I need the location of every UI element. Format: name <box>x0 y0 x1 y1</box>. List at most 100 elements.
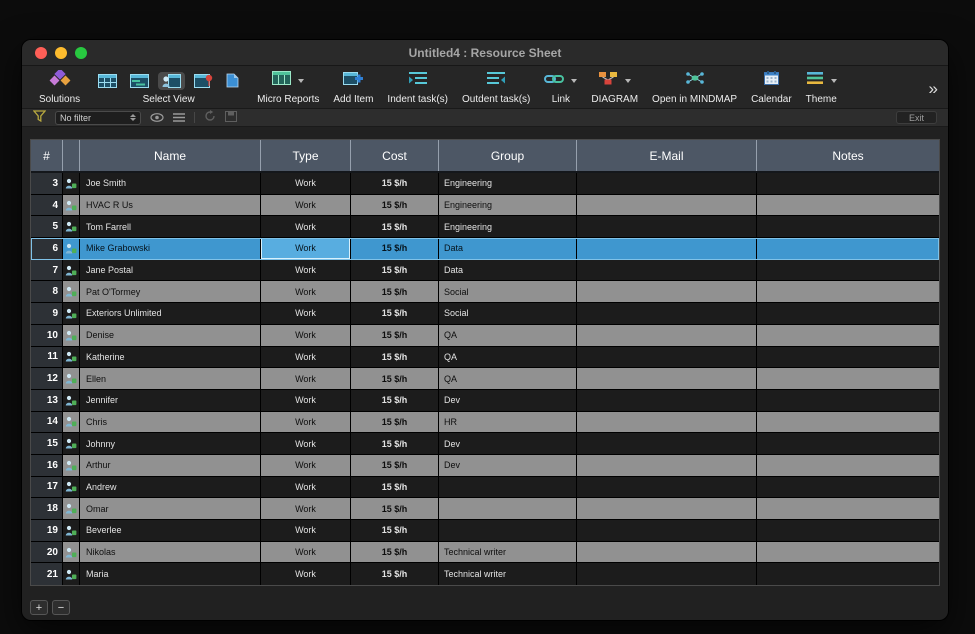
type-cell[interactable]: Work <box>261 195 351 216</box>
email-cell[interactable] <box>577 216 757 237</box>
eye-icon[interactable] <box>150 109 164 127</box>
cost-cell[interactable]: 15 $/h <box>351 347 439 368</box>
name-cell[interactable]: Chris <box>80 412 261 433</box>
type-cell[interactable]: Work <box>261 563 351 585</box>
resource-icon-cell[interactable] <box>63 477 80 498</box>
group-cell[interactable]: Engineering <box>439 173 577 194</box>
table-row[interactable]: 8Pat O'TormeyWork15 $/hSocial <box>31 281 939 303</box>
toolbar-outdent-tasks[interactable]: Outdent task(s) <box>455 68 537 108</box>
notes-cell[interactable] <box>757 477 939 498</box>
cost-cell[interactable]: 15 $/h <box>351 173 439 194</box>
table-row[interactable]: 9Exteriors UnlimitedWork15 $/hSocial <box>31 303 939 325</box>
num-cell[interactable]: 15 <box>31 433 63 454</box>
table-row[interactable]: 6Mike GrabowskiWork15 $/hData <box>31 238 939 260</box>
cost-cell[interactable]: 15 $/h <box>351 303 439 324</box>
resource-icon-cell[interactable] <box>63 412 80 433</box>
email-cell[interactable] <box>577 498 757 519</box>
notes-cell[interactable] <box>757 520 939 541</box>
column-header-icon[interactable] <box>63 140 80 171</box>
group-cell[interactable]: Engineering <box>439 216 577 237</box>
resource-icon-cell[interactable] <box>63 216 80 237</box>
type-cell[interactable]: Work <box>261 520 351 541</box>
notes-cell[interactable] <box>757 173 939 194</box>
group-cell[interactable]: Data <box>439 260 577 281</box>
group-cell[interactable]: Social <box>439 303 577 324</box>
name-cell[interactable]: Mike Grabowski <box>80 238 261 259</box>
table-row[interactable]: 5Tom FarrellWork15 $/hEngineering <box>31 216 939 238</box>
notes-cell[interactable] <box>757 563 939 585</box>
num-cell[interactable]: 7 <box>31 260 63 281</box>
exit-button[interactable]: Exit <box>896 111 937 124</box>
cost-cell[interactable]: 15 $/h <box>351 368 439 389</box>
notes-cell[interactable] <box>757 542 939 563</box>
notes-cell[interactable] <box>757 303 939 324</box>
cost-cell[interactable]: 15 $/h <box>351 477 439 498</box>
email-cell[interactable] <box>577 368 757 389</box>
name-cell[interactable]: Denise <box>80 325 261 346</box>
zoom-button[interactable] <box>75 47 87 59</box>
toolbar-open-in-mindmap[interactable]: Open in MINDMAP <box>645 68 744 108</box>
group-cell[interactable]: Dev <box>439 433 577 454</box>
type-cell[interactable]: Work <box>261 281 351 302</box>
cost-cell[interactable]: 15 $/h <box>351 563 439 585</box>
group-cell[interactable]: HR <box>439 412 577 433</box>
type-cell[interactable]: Work <box>261 303 351 324</box>
type-cell[interactable]: Work <box>261 325 351 346</box>
cost-cell[interactable]: 15 $/h <box>351 412 439 433</box>
resource-icon-cell[interactable] <box>63 347 80 368</box>
email-cell[interactable] <box>577 542 757 563</box>
notes-cell[interactable] <box>757 195 939 216</box>
type-cell[interactable]: Work <box>261 477 351 498</box>
table-row[interactable]: 14ChrisWork15 $/hHR <box>31 412 939 434</box>
group-cell[interactable]: Dev <box>439 455 577 476</box>
table-row[interactable]: 10DeniseWork15 $/hQA <box>31 325 939 347</box>
name-cell[interactable]: Arthur <box>80 455 261 476</box>
num-cell[interactable]: 9 <box>31 303 63 324</box>
num-cell[interactable]: 5 <box>31 216 63 237</box>
email-cell[interactable] <box>577 325 757 346</box>
group-cell[interactable]: Technical writer <box>439 542 577 563</box>
toolbar-micro-reports[interactable]: Micro Reports <box>250 68 326 108</box>
name-cell[interactable]: Jane Postal <box>80 260 261 281</box>
resource-icon-cell[interactable] <box>63 303 80 324</box>
email-cell[interactable] <box>577 412 757 433</box>
name-cell[interactable]: Joe Smith <box>80 173 261 194</box>
email-cell[interactable] <box>577 563 757 585</box>
type-cell[interactable]: Work <box>261 238 351 259</box>
group-cell[interactable] <box>439 520 577 541</box>
table-row[interactable]: 12EllenWork15 $/hQA <box>31 368 939 390</box>
toolbar-add-item[interactable]: Add Item <box>326 68 380 108</box>
num-cell[interactable]: 20 <box>31 542 63 563</box>
notes-cell[interactable] <box>757 216 939 237</box>
name-cell[interactable]: Jennifer <box>80 390 261 411</box>
type-cell[interactable]: Work <box>261 390 351 411</box>
cost-cell[interactable]: 15 $/h <box>351 260 439 281</box>
name-cell[interactable]: Andrew <box>80 477 261 498</box>
notes-cell[interactable] <box>757 498 939 519</box>
email-cell[interactable] <box>577 390 757 411</box>
group-cell[interactable] <box>439 477 577 498</box>
cost-cell[interactable]: 15 $/h <box>351 433 439 454</box>
name-cell[interactable]: HVAC R Us <box>80 195 261 216</box>
table-row[interactable]: 15JohnnyWork15 $/hDev <box>31 433 939 455</box>
cost-cell[interactable]: 15 $/h <box>351 455 439 476</box>
num-cell[interactable]: 17 <box>31 477 63 498</box>
column-header-num[interactable]: # <box>31 140 63 171</box>
resource-icon-cell[interactable] <box>63 563 80 585</box>
toolbar-link[interactable]: Link <box>537 68 584 108</box>
type-cell[interactable]: Work <box>261 260 351 281</box>
cost-cell[interactable]: 15 $/h <box>351 195 439 216</box>
cost-cell[interactable]: 15 $/h <box>351 520 439 541</box>
table-row[interactable]: 3Joe SmithWork15 $/hEngineering <box>31 173 939 195</box>
resource-icon-cell[interactable] <box>63 433 80 454</box>
email-cell[interactable] <box>577 303 757 324</box>
num-cell[interactable]: 10 <box>31 325 63 346</box>
resource-icon-cell[interactable] <box>63 260 80 281</box>
email-cell[interactable] <box>577 238 757 259</box>
num-cell[interactable]: 6 <box>31 238 63 259</box>
resource-icon-cell[interactable] <box>63 520 80 541</box>
toolbar-solutions[interactable]: Solutions <box>32 68 87 108</box>
column-header-notes[interactable]: Notes <box>757 140 939 171</box>
group-cell[interactable]: Social <box>439 281 577 302</box>
name-cell[interactable]: Nikolas <box>80 542 261 563</box>
